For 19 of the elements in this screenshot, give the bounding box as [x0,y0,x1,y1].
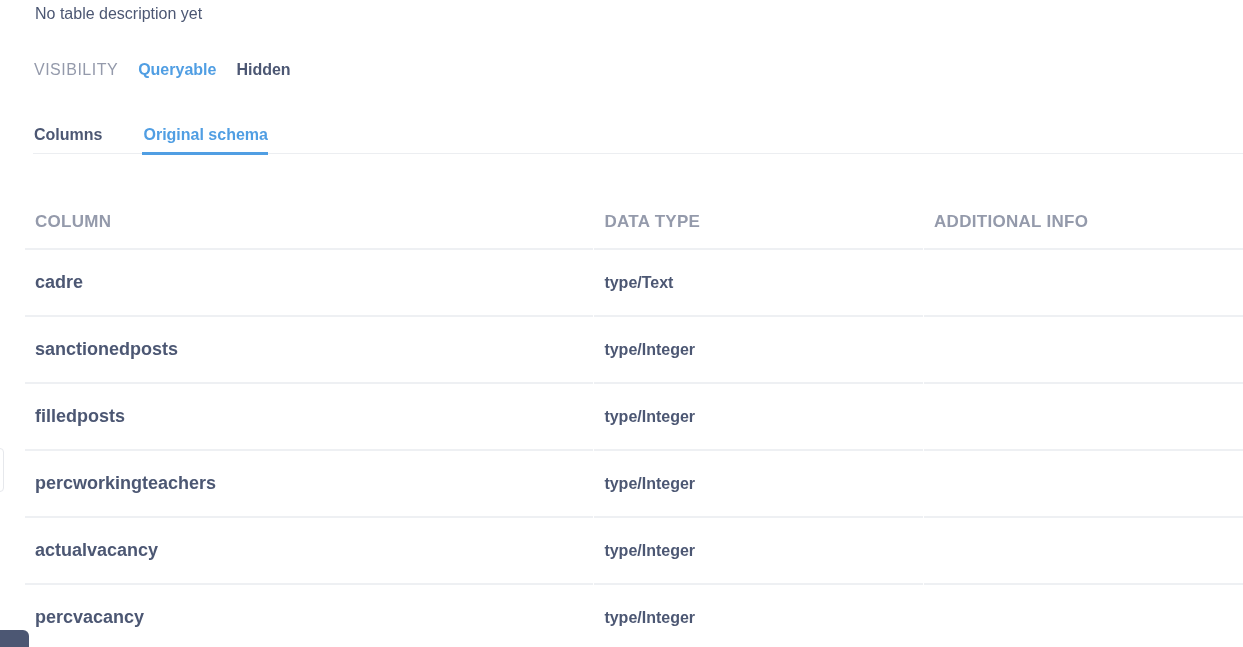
visibility-option[interactable]: Hidden [236,61,291,79]
data-type-cell: type/Text [594,250,923,317]
table-description: No table description yet [35,4,203,24]
column-name-cell: cadre [25,250,594,317]
column-name-cell: filledposts [25,384,594,451]
visibility-label: VISIBILITY [34,61,119,79]
data-type-cell: type/Integer [594,384,923,451]
column-header: COLUMN [25,196,594,250]
column-header: DATA TYPE [594,196,923,250]
tab[interactable]: Columns [33,109,103,155]
column-name-cell: sanctionedposts [25,317,594,384]
column-name-cell: percworkingteachers [25,451,594,518]
data-type-cell: type/Integer [594,451,923,518]
data-type-cell: type/Integer [594,317,923,384]
column-header: ADDITIONAL INFO [924,196,1243,250]
data-type-cell: type/Integer [594,585,923,647]
data-type-cell: type/Integer [594,518,923,585]
column-name-cell: actualvacancy [25,518,594,585]
floating-tab[interactable] [0,630,29,647]
